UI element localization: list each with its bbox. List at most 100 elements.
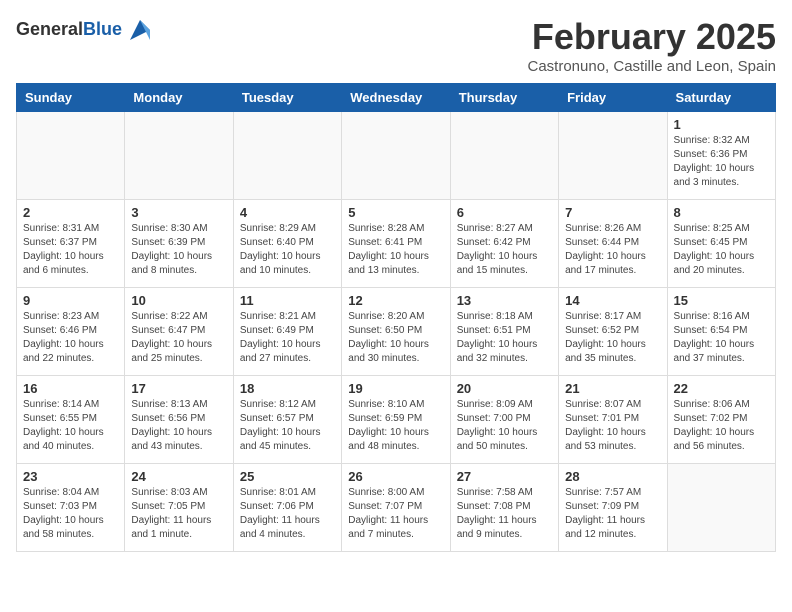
month-year: February 2025 <box>528 16 777 58</box>
day-of-week-header: Thursday <box>450 84 558 112</box>
day-info: Sunrise: 8:04 AM Sunset: 7:03 PM Dayligh… <box>23 486 118 542</box>
day-number: 7 <box>565 205 660 220</box>
day-of-week-header: Friday <box>559 84 667 112</box>
day-of-week-header: Tuesday <box>233 84 341 112</box>
calendar-day-cell: 12 Sunrise: 8:20 AM Sunset: 6:50 PM Dayli… <box>342 288 450 376</box>
day-number: 3 <box>131 205 226 220</box>
day-number: 19 <box>348 381 443 396</box>
day-info: Sunrise: 8:06 AM Sunset: 7:02 PM Dayligh… <box>674 398 769 454</box>
calendar-day-cell: 22 Sunrise: 8:06 AM Sunset: 7:02 PM Dayli… <box>667 376 775 464</box>
day-number: 12 <box>348 293 443 308</box>
calendar-day-cell <box>125 112 233 200</box>
calendar-day-cell <box>559 112 667 200</box>
day-info: Sunrise: 7:57 AM Sunset: 7:09 PM Dayligh… <box>565 486 660 542</box>
day-info: Sunrise: 7:58 AM Sunset: 7:08 PM Dayligh… <box>457 486 552 542</box>
calendar-day-cell <box>667 464 775 552</box>
day-info: Sunrise: 8:27 AM Sunset: 6:42 PM Dayligh… <box>457 222 552 278</box>
logo-general: General <box>16 19 83 39</box>
day-info: Sunrise: 8:23 AM Sunset: 6:46 PM Dayligh… <box>23 310 118 366</box>
calendar-day-cell: 5 Sunrise: 8:28 AM Sunset: 6:41 PM Daylig… <box>342 200 450 288</box>
calendar-week-row: 1 Sunrise: 8:32 AM Sunset: 6:36 PM Daylig… <box>17 112 776 200</box>
calendar-day-cell <box>450 112 558 200</box>
calendar-day-cell: 21 Sunrise: 8:07 AM Sunset: 7:01 PM Dayli… <box>559 376 667 464</box>
logo-blue: Blue <box>83 19 122 39</box>
day-number: 5 <box>348 205 443 220</box>
location: Castronuno, Castille and Leon, Spain <box>528 58 777 75</box>
calendar-week-row: 16Sunrise: 8:14 AM Sunset: 6:55 PM Dayli… <box>17 376 776 464</box>
day-info: Sunrise: 8:29 AM Sunset: 6:40 PM Dayligh… <box>240 222 335 278</box>
calendar-day-cell <box>233 112 341 200</box>
calendar-day-cell: 13 Sunrise: 8:18 AM Sunset: 6:51 PM Dayli… <box>450 288 558 376</box>
page-header: GeneralBlue February 2025 Castronuno, Ca… <box>16 16 776 75</box>
calendar-week-row: 9 Sunrise: 8:23 AM Sunset: 6:46 PM Daylig… <box>17 288 776 376</box>
day-number: 27 <box>457 469 552 484</box>
day-info: Sunrise: 8:16 AM Sunset: 6:54 PM Dayligh… <box>674 310 769 366</box>
day-number: 14 <box>565 293 660 308</box>
calendar-day-cell: 24Sunrise: 8:03 AM Sunset: 7:05 PM Dayli… <box>125 464 233 552</box>
day-info: Sunrise: 8:28 AM Sunset: 6:41 PM Dayligh… <box>348 222 443 278</box>
title-block: February 2025 Castronuno, Castille and L… <box>528 16 777 75</box>
calendar-day-cell: 26 Sunrise: 8:00 AM Sunset: 7:07 PM Dayli… <box>342 464 450 552</box>
day-info: Sunrise: 8:20 AM Sunset: 6:50 PM Dayligh… <box>348 310 443 366</box>
day-info: Sunrise: 8:25 AM Sunset: 6:45 PM Dayligh… <box>674 222 769 278</box>
day-number: 26 <box>348 469 443 484</box>
calendar-day-cell: 27 Sunrise: 7:58 AM Sunset: 7:08 PM Dayli… <box>450 464 558 552</box>
day-number: 28 <box>565 469 660 484</box>
calendar-day-cell: 17Sunrise: 8:13 AM Sunset: 6:56 PM Dayli… <box>125 376 233 464</box>
day-info: Sunrise: 8:14 AM Sunset: 6:55 PM Dayligh… <box>23 398 118 454</box>
day-of-week-header: Sunday <box>17 84 125 112</box>
day-info: Sunrise: 8:18 AM Sunset: 6:51 PM Dayligh… <box>457 310 552 366</box>
day-number: 4 <box>240 205 335 220</box>
day-info: Sunrise: 8:13 AM Sunset: 6:56 PM Dayligh… <box>131 398 226 454</box>
day-number: 9 <box>23 293 118 308</box>
day-number: 22 <box>674 381 769 396</box>
day-info: Sunrise: 8:26 AM Sunset: 6:44 PM Dayligh… <box>565 222 660 278</box>
day-number: 2 <box>23 205 118 220</box>
calendar-table: SundayMondayTuesdayWednesdayThursdayFrid… <box>16 83 776 552</box>
day-info: Sunrise: 8:21 AM Sunset: 6:49 PM Dayligh… <box>240 310 335 366</box>
calendar-day-cell: 7 Sunrise: 8:26 AM Sunset: 6:44 PM Daylig… <box>559 200 667 288</box>
day-info: Sunrise: 8:07 AM Sunset: 7:01 PM Dayligh… <box>565 398 660 454</box>
day-number: 6 <box>457 205 552 220</box>
calendar-week-row: 2Sunrise: 8:31 AM Sunset: 6:37 PM Daylig… <box>17 200 776 288</box>
day-info: Sunrise: 8:12 AM Sunset: 6:57 PM Dayligh… <box>240 398 335 454</box>
calendar-day-cell <box>342 112 450 200</box>
day-info: Sunrise: 8:17 AM Sunset: 6:52 PM Dayligh… <box>565 310 660 366</box>
day-info: Sunrise: 8:09 AM Sunset: 7:00 PM Dayligh… <box>457 398 552 454</box>
day-of-week-header: Saturday <box>667 84 775 112</box>
day-number: 11 <box>240 293 335 308</box>
calendar-day-cell: 6 Sunrise: 8:27 AM Sunset: 6:42 PM Daylig… <box>450 200 558 288</box>
day-number: 25 <box>240 469 335 484</box>
calendar-day-cell: 20 Sunrise: 8:09 AM Sunset: 7:00 PM Dayli… <box>450 376 558 464</box>
day-number: 13 <box>457 293 552 308</box>
day-info: Sunrise: 8:00 AM Sunset: 7:07 PM Dayligh… <box>348 486 443 542</box>
day-of-week-header: Wednesday <box>342 84 450 112</box>
day-info: Sunrise: 8:30 AM Sunset: 6:39 PM Dayligh… <box>131 222 226 278</box>
day-info: Sunrise: 8:22 AM Sunset: 6:47 PM Dayligh… <box>131 310 226 366</box>
day-number: 10 <box>131 293 226 308</box>
calendar-week-row: 23 Sunrise: 8:04 AM Sunset: 7:03 PM Dayli… <box>17 464 776 552</box>
day-info: Sunrise: 8:32 AM Sunset: 6:36 PM Dayligh… <box>674 134 769 190</box>
calendar-day-cell: 16Sunrise: 8:14 AM Sunset: 6:55 PM Dayli… <box>17 376 125 464</box>
calendar-day-cell: 23 Sunrise: 8:04 AM Sunset: 7:03 PM Dayli… <box>17 464 125 552</box>
logo-icon <box>126 16 154 44</box>
calendar-day-cell: 4 Sunrise: 8:29 AM Sunset: 6:40 PM Daylig… <box>233 200 341 288</box>
day-number: 20 <box>457 381 552 396</box>
day-of-week-header: Monday <box>125 84 233 112</box>
logo-text: GeneralBlue <box>16 20 122 40</box>
calendar-day-cell: 25 Sunrise: 8:01 AM Sunset: 7:06 PM Dayli… <box>233 464 341 552</box>
day-info: Sunrise: 8:03 AM Sunset: 7:05 PM Dayligh… <box>131 486 226 542</box>
calendar-day-cell: 2Sunrise: 8:31 AM Sunset: 6:37 PM Daylig… <box>17 200 125 288</box>
calendar-day-cell: 9 Sunrise: 8:23 AM Sunset: 6:46 PM Daylig… <box>17 288 125 376</box>
day-number: 23 <box>23 469 118 484</box>
day-number: 1 <box>674 117 769 132</box>
calendar-day-cell: 19 Sunrise: 8:10 AM Sunset: 6:59 PM Dayli… <box>342 376 450 464</box>
day-info: Sunrise: 8:10 AM Sunset: 6:59 PM Dayligh… <box>348 398 443 454</box>
day-number: 21 <box>565 381 660 396</box>
calendar-day-cell <box>17 112 125 200</box>
calendar-day-cell: 3 Sunrise: 8:30 AM Sunset: 6:39 PM Daylig… <box>125 200 233 288</box>
calendar-day-cell: 10 Sunrise: 8:22 AM Sunset: 6:47 PM Dayli… <box>125 288 233 376</box>
day-info: Sunrise: 8:01 AM Sunset: 7:06 PM Dayligh… <box>240 486 335 542</box>
calendar-day-cell: 8Sunrise: 8:25 AM Sunset: 6:45 PM Daylig… <box>667 200 775 288</box>
logo: GeneralBlue <box>16 16 154 44</box>
